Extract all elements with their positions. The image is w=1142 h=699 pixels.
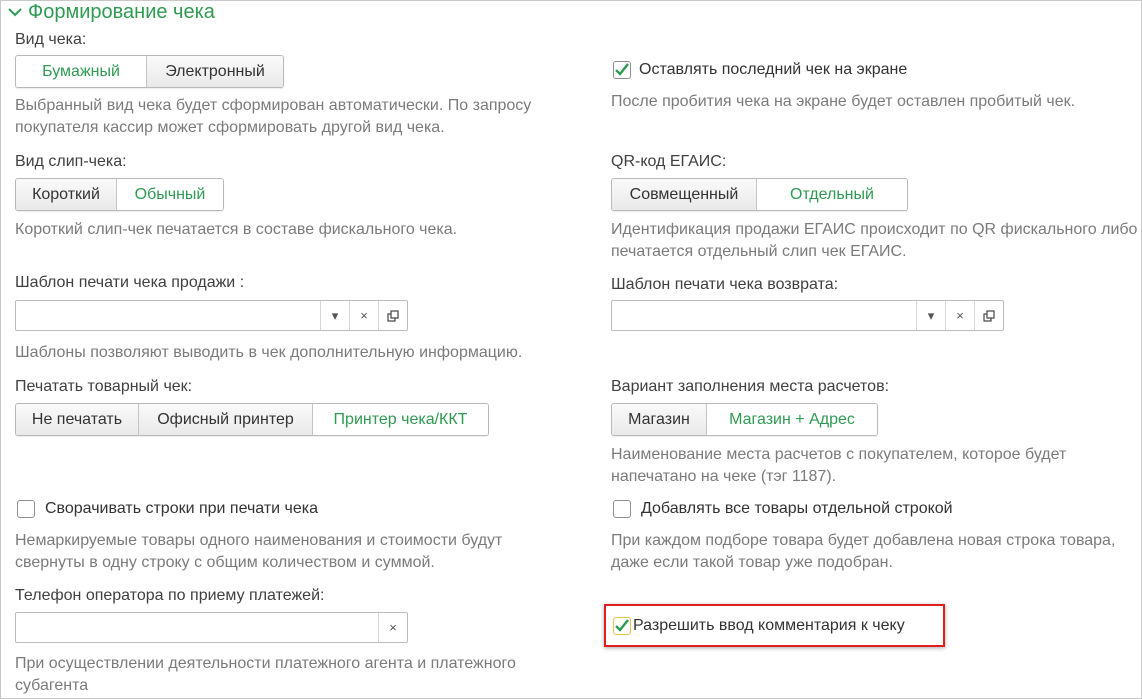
egais-qr-label: QR-код ЕГАИС: [611,153,727,170]
collapse-rows-checkbox[interactable]: Сворачивать строки при печати чека [17,500,318,518]
operator-phone-label: Телефон оператора по приему платежей: [15,587,325,604]
slip-type-switch: Короткий Обычный [15,178,224,211]
option-paper[interactable]: Бумажный [16,56,147,87]
sale-template-hint: Шаблоны позволяют выводить в чек дополни… [15,344,523,361]
sale-template-field: ▾ × [15,300,408,331]
section-header[interactable]: Формирование чека [8,0,215,24]
option-electronic[interactable]: Электронный [147,56,283,87]
all-items-separate-checkbox[interactable]: Добавлять все товары отдельной строкой [613,500,953,518]
clear-icon[interactable]: × [945,301,974,330]
option-combined[interactable]: Совмещенный [612,179,757,210]
section-title: Формирование чека [28,0,215,23]
option-normal[interactable]: Обычный [117,179,223,210]
all-items-separate-hint: При каждом подборе товара будет добавлен… [611,532,1116,571]
slip-type-hint: Короткий слип-чек печатается в составе ф… [15,221,458,238]
all-items-separate-label: Добавлять все товары отдельной строкой [641,500,953,517]
highlight-frame [604,604,945,647]
operator-phone-field: × [15,612,408,643]
print-goods-label: Печатать товарный чек: [15,378,193,395]
checkbox-box[interactable] [613,61,631,79]
settlement-place-label: Вариант заполнения места расчетов: [611,378,890,395]
clear-icon[interactable]: × [349,301,378,330]
dropdown-icon[interactable]: ▾ [320,301,349,330]
receipt-type-hint: Выбранный вид чека будет сформирован авт… [15,97,532,136]
option-store-address[interactable]: Магазин + Адрес [707,404,877,435]
return-template-input[interactable] [612,301,916,330]
operator-phone-hint: При осуществлении деятельности платежног… [15,655,516,694]
option-office-printer[interactable]: Офисный принтер [139,404,313,435]
keep-last-receipt-label: Оставлять последний чек на экране [639,61,908,78]
option-no-print[interactable]: Не печатать [16,404,139,435]
print-goods-switch: Не печатать Офисный принтер Принтер чека… [15,403,489,436]
operator-phone-input[interactable] [16,613,378,642]
collapse-rows-label: Сворачивать строки при печати чека [45,500,319,517]
sale-template-input[interactable] [16,301,320,330]
egais-qr-hint: Идентификация продажи ЕГАИС происходит п… [611,221,1138,260]
settlement-place-switch: Магазин Магазин + Адрес [611,403,878,436]
checkmark-icon [615,63,629,76]
open-window-icon[interactable] [378,301,407,330]
option-receipt-printer[interactable]: Принтер чека/ККТ [313,404,488,435]
option-separate[interactable]: Отдельный [757,179,907,210]
receipt-type-switch: Бумажный Электронный [15,55,284,88]
egais-qr-switch: Совмещенный Отдельный [611,178,908,211]
slip-type-label: Вид слип-чека: [15,153,127,170]
open-window-icon[interactable] [974,301,1003,330]
return-template-field: ▾ × [611,300,1004,331]
sale-template-label: Шаблон печати чека продажи : [15,274,245,291]
clear-icon[interactable]: × [378,613,407,642]
option-short[interactable]: Короткий [16,179,117,210]
keep-last-receipt-hint: После пробития чека на экране будет оста… [611,93,1076,110]
chevron-down-icon [8,8,22,17]
keep-last-receipt-checkbox[interactable]: Оставлять последний чек на экране [613,61,907,79]
collapse-rows-hint: Немаркируемые товары одного наименования… [15,532,503,571]
checkbox-box[interactable] [17,500,35,518]
return-template-label: Шаблон печати чека возврата: [611,276,839,293]
option-store[interactable]: Магазин [612,404,707,435]
checkbox-box[interactable] [613,500,631,518]
settlement-place-hint: Наименование места расчетов с покупателе… [611,446,1067,485]
dropdown-icon[interactable]: ▾ [916,301,945,330]
receipt-type-label: Вид чека: [15,31,87,48]
